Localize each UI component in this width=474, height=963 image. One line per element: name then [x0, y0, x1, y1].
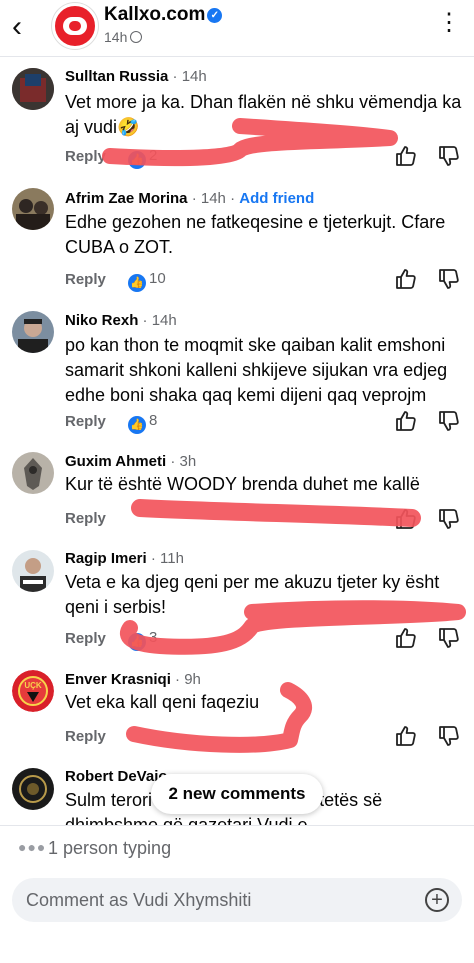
reaction-number: 3: [149, 629, 158, 646]
thumbs-down-icon[interactable]: [437, 409, 461, 433]
comment-input[interactable]: [26, 878, 406, 922]
thumbs-up-icon[interactable]: [394, 144, 418, 168]
reply-button[interactable]: Reply: [65, 728, 106, 745]
thumbs-down-icon[interactable]: [437, 626, 461, 650]
avatar[interactable]: [12, 188, 54, 230]
commenter-name[interactable]: Guxim Ahmeti: [65, 453, 166, 470]
reaction-count[interactable]: 👍 2: [128, 147, 157, 169]
commenter-name[interactable]: Robert DeVaio: [65, 768, 168, 785]
thumbs-up-icon[interactable]: [394, 724, 418, 748]
thumbs-down-icon[interactable]: [437, 144, 461, 168]
like-badge-icon: 👍: [128, 274, 146, 292]
post-header: ‹ Kallxo.com ✓ 14h ⋮: [0, 0, 474, 56]
reaction-count[interactable]: 👍 10: [128, 270, 166, 292]
commenter-name[interactable]: Ragip Imeri: [65, 550, 147, 567]
comment-text: Kur të është WOODY brenda duhet me kallë: [65, 474, 420, 494]
like-badge-icon: 👍: [128, 416, 146, 434]
new-comments-button[interactable]: 2 new comments: [151, 774, 323, 814]
reaction-number: 2: [149, 147, 158, 164]
comment-text: Veta e ka djeg qeni per me akuzu tjeter …: [65, 572, 440, 617]
page-avatar[interactable]: [52, 3, 98, 49]
back-arrow-icon[interactable]: ‹: [12, 10, 40, 44]
reply-button[interactable]: Reply: [65, 148, 106, 165]
typing-indicator: ●●●1 person typing: [18, 838, 171, 859]
typing-dots-icon: ●●●: [18, 839, 47, 855]
avatar[interactable]: [12, 68, 54, 110]
thumbs-down-icon[interactable]: [437, 267, 461, 291]
commenter-name[interactable]: Afrim Zae Morina: [65, 190, 188, 207]
comment-time: 14h: [200, 190, 226, 207]
avatar[interactable]: [12, 768, 54, 810]
commenter-name[interactable]: Enver Krasniqi: [65, 671, 171, 688]
like-badge-icon: 👍: [128, 633, 146, 651]
comment-text: Edhe gezohen ne fatkeqesine e tjeterkujt…: [65, 212, 446, 257]
header-divider: [0, 56, 474, 57]
comment-time: 9h: [184, 671, 201, 688]
reaction-count[interactable]: 👍 3: [128, 629, 157, 651]
page-name[interactable]: Kallxo.com: [104, 4, 205, 25]
typing-text: 1 person typing: [48, 838, 172, 858]
reply-button[interactable]: Reply: [65, 271, 106, 288]
thumbs-up-icon[interactable]: [394, 267, 418, 291]
more-options-icon[interactable]: ⋮: [437, 6, 461, 40]
reaction-number: 8: [149, 412, 158, 429]
post-time: 14h: [104, 29, 128, 45]
reaction-number: 10: [149, 270, 166, 287]
reaction-count[interactable]: 👍 8: [128, 412, 157, 434]
globe-icon: [130, 31, 143, 43]
avatar[interactable]: [12, 550, 54, 592]
page-name-line[interactable]: Kallxo.com ✓: [104, 4, 223, 26]
reply-button[interactable]: Reply: [65, 413, 106, 430]
post-meta: 14h: [104, 29, 143, 45]
commenter-name[interactable]: Sulltan Russia: [65, 68, 168, 85]
add-friend-link[interactable]: Add friend: [239, 190, 314, 207]
verified-badge-icon: ✓: [207, 8, 223, 23]
reply-button[interactable]: Reply: [65, 510, 106, 527]
avatar[interactable]: UÇK: [12, 670, 54, 712]
comment-text: po kan thon te moqmit ske qaiban kalit e…: [65, 335, 448, 405]
thumbs-up-icon[interactable]: [394, 626, 418, 650]
comment-time: 14h: [151, 312, 177, 329]
avatar[interactable]: [12, 311, 54, 353]
comment-footer: ●●●1 person typing +: [0, 825, 474, 963]
comment-time: 14h: [181, 68, 207, 85]
avatar[interactable]: [12, 452, 54, 494]
thumbs-up-icon[interactable]: [394, 409, 418, 433]
reply-button[interactable]: Reply: [65, 630, 106, 647]
comment-text: Vet eka kall qeni faqeziu: [65, 692, 260, 712]
like-badge-icon: 👍: [128, 151, 146, 169]
comment-text: Vet more ja ka. Dhan flakën në shku vëme…: [65, 92, 462, 137]
comment-composer[interactable]: +: [12, 878, 462, 922]
thumbs-down-icon[interactable]: [437, 724, 461, 748]
svg-text:UÇK: UÇK: [24, 681, 42, 690]
add-attachment-icon[interactable]: +: [425, 888, 449, 912]
commenter-name[interactable]: Niko Rexh: [65, 312, 138, 329]
comment-time: 3h: [179, 453, 197, 470]
thumbs-up-icon[interactable]: [394, 507, 418, 531]
comment-time: 11h: [160, 550, 184, 567]
thumbs-down-icon[interactable]: [437, 507, 461, 531]
